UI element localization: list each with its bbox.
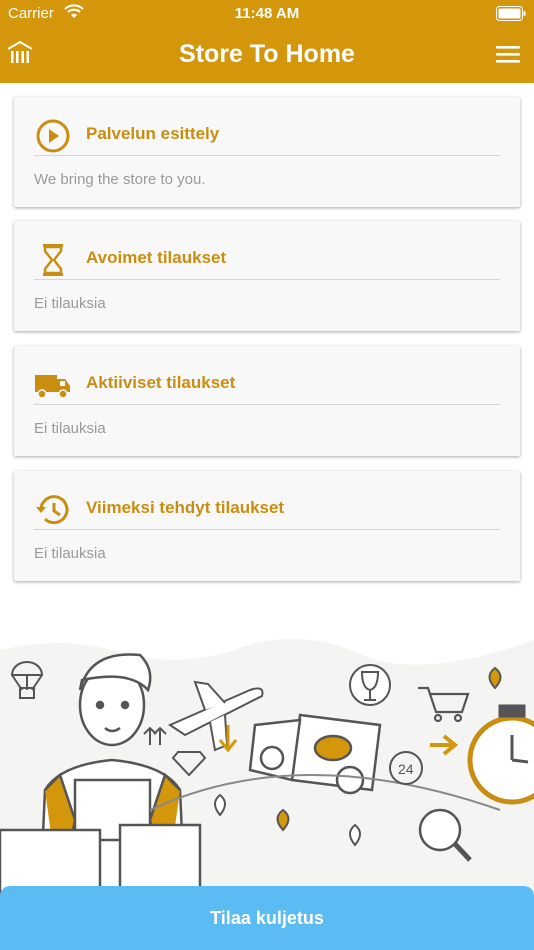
- card-subtitle: Ei tilauksia: [34, 420, 106, 437]
- card-subtitle: Ei tilauksia: [34, 545, 106, 562]
- svg-text:24: 24: [398, 761, 414, 777]
- hourglass-icon: [43, 244, 63, 276]
- app-header: Carrier 11:48 AM Store To Home: [0, 0, 534, 83]
- page-title: Store To Home: [179, 40, 355, 68]
- delivery-truck-icon: [35, 375, 70, 399]
- card-recent-orders[interactable]: Viimeksi tehdyt tilaukset Ei tilauksia: [14, 471, 520, 581]
- divider: [34, 155, 500, 156]
- card-open-orders[interactable]: Avoimet tilaukset Ei tilauksia: [14, 221, 520, 331]
- card-active-orders[interactable]: Aktiiviset tilaukset Ei tilauksia: [14, 346, 520, 456]
- status-bar: Carrier 11:48 AM: [0, 0, 534, 28]
- divider: [34, 529, 500, 530]
- card-title: Aktiiviset tilaukset: [86, 373, 236, 392]
- card-service-intro[interactable]: Palvelun esittely We bring the store to …: [14, 97, 520, 207]
- hamburger-menu-icon[interactable]: [496, 45, 520, 63]
- divider: [34, 404, 500, 405]
- card-title: Viimeksi tehdyt tilaukset: [86, 498, 285, 517]
- card-title: Avoimet tilaukset: [86, 248, 227, 267]
- play-circle-icon: [36, 119, 70, 153]
- order-delivery-button[interactable]: Tilaa kuljetus: [0, 886, 534, 950]
- status-time: 11:48 AM: [234, 5, 300, 22]
- card-title: Palvelun esittely: [86, 124, 220, 143]
- divider: [34, 279, 500, 280]
- history-clock-icon: [36, 495, 69, 525]
- card-subtitle: Ei tilauksia: [34, 295, 106, 312]
- battery-icon: [496, 6, 526, 21]
- delivery-illustration: 24: [0, 638, 534, 900]
- card-subtitle: We bring the store to you.: [34, 171, 206, 188]
